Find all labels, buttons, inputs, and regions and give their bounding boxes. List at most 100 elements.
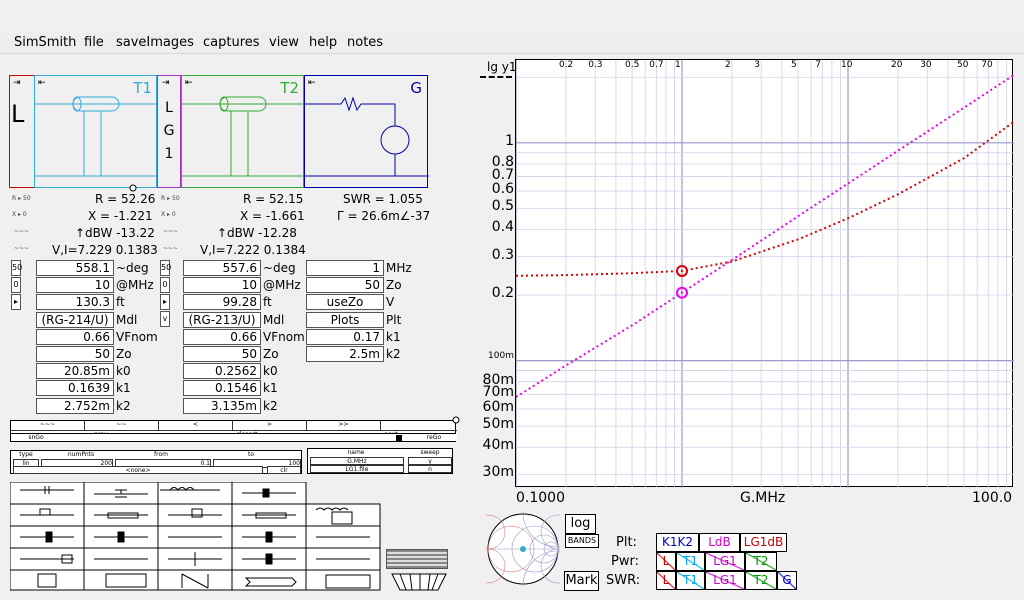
load-block[interactable]: ⇥ L bbox=[9, 75, 35, 188]
t1-vi: V,I=7.229 0.1383 bbox=[52, 243, 158, 257]
clr-button[interactable]: clr bbox=[267, 466, 301, 474]
g-zo-field[interactable]: 50 bbox=[306, 277, 384, 294]
r-icon[interactable]: R ▸ 50 bbox=[12, 195, 31, 202]
t1-zo-button[interactable]: 50 bbox=[11, 260, 22, 276]
bucket-icon[interactable] bbox=[390, 572, 448, 592]
y-tick-label: 0.3 bbox=[491, 246, 514, 263]
swr-toggle-t1[interactable]: T1 bbox=[676, 571, 705, 590]
g-k1-field[interactable]: 0.17 bbox=[306, 328, 384, 345]
t2-mdl-field[interactable]: (RG-213/U) bbox=[183, 311, 261, 328]
slider-left[interactable]: ~~ bbox=[85, 421, 159, 430]
log-button[interactable]: log bbox=[565, 514, 596, 534]
t1-play-button[interactable]: ▸ bbox=[11, 294, 21, 310]
t2-ft-field[interactable]: 99.28 bbox=[183, 294, 261, 311]
menu-saveimages[interactable]: saveImages bbox=[116, 35, 194, 50]
pwr-toggle-l[interactable]: L bbox=[656, 552, 676, 571]
t2-vfnom-field[interactable]: 0.66 bbox=[183, 328, 261, 345]
t1-ft-field[interactable]: 130.3 bbox=[36, 294, 114, 311]
t2-mdl-label: Mdl bbox=[263, 312, 285, 327]
plot-area[interactable] bbox=[515, 59, 1015, 488]
t1-mdl-field[interactable]: (RG-214/U) bbox=[36, 311, 114, 328]
t2-zo-field[interactable]: 50 bbox=[183, 346, 261, 362]
top-tick-label: 70 bbox=[981, 60, 993, 70]
vi-icon: ~~~ bbox=[14, 245, 30, 252]
menu-notes[interactable]: notes bbox=[347, 35, 383, 50]
t1-k0-field[interactable]: 20.85m bbox=[36, 363, 114, 380]
swr-toggle-t2[interactable]: T2 bbox=[745, 571, 777, 590]
t1-k2-label: k2 bbox=[116, 398, 131, 413]
x-icon[interactable]: X ▸ 0 bbox=[12, 211, 27, 218]
swr-toggle-lg1[interactable]: LG1 bbox=[705, 571, 745, 590]
t2-deg-field[interactable]: 557.6 bbox=[183, 260, 261, 276]
lg1-block[interactable]: ⇥ L G 1 bbox=[157, 75, 181, 188]
t2-k2-field[interactable]: 3.135m bbox=[183, 397, 261, 414]
menu-simsmith[interactable]: SimSmith bbox=[14, 35, 76, 50]
smith-chart-icon[interactable] bbox=[486, 512, 560, 586]
from-header: from bbox=[131, 451, 191, 459]
g-plt-field[interactable]: Plots bbox=[306, 311, 384, 328]
t1-vfnom-field[interactable]: 0.66 bbox=[36, 328, 114, 345]
pwr-toggle-t1[interactable]: T1 bbox=[676, 552, 705, 571]
t2-k0-field[interactable]: 0.2562 bbox=[183, 363, 261, 380]
t2-zo-button[interactable]: 50 bbox=[160, 260, 171, 276]
slider-step-left[interactable]: < bbox=[159, 421, 233, 430]
menu-file[interactable]: file bbox=[84, 35, 104, 50]
pwr-toggle-lg1[interactable]: LG1 bbox=[705, 552, 745, 571]
plt-toggle-k1k2[interactable]: K1K2 bbox=[656, 533, 699, 552]
vi-icon-2: ~~~ bbox=[163, 245, 179, 252]
t2-zero-button[interactable]: 0 bbox=[160, 277, 170, 293]
x-icon-2[interactable]: X ▸ 0 bbox=[161, 211, 176, 218]
t2-play-button[interactable]: ▸ bbox=[160, 294, 170, 310]
t1-zo-field[interactable]: 50 bbox=[36, 346, 114, 362]
graphics-swatch bbox=[386, 549, 448, 569]
sngo-button[interactable]: snGo bbox=[11, 434, 61, 441]
mark-button[interactable]: Mark bbox=[564, 571, 599, 591]
plt-toggle-lg1db[interactable]: LG1dB bbox=[740, 533, 787, 552]
preset-select[interactable]: <none> bbox=[13, 466, 263, 474]
t1-k2-field[interactable]: 2.752m bbox=[36, 397, 114, 414]
component-palette[interactable] bbox=[10, 482, 450, 592]
y-tick-label: 0.4 bbox=[491, 219, 514, 236]
slider-fast-left[interactable]: ~~~ bbox=[11, 421, 85, 430]
gen-gamma: Γ = 26.6m∠-37 bbox=[337, 209, 431, 223]
sweep-n-toggle[interactable]: n bbox=[408, 465, 452, 473]
top-tick-label: 30 bbox=[920, 60, 932, 70]
g-k2-field[interactable]: 2.5m bbox=[306, 346, 384, 362]
sweep-go-panel[interactable]: snGo reGo bbox=[10, 433, 457, 442]
generator-block[interactable]: ⇤ G bbox=[304, 75, 429, 188]
t2-mhz-label: @MHz bbox=[263, 278, 301, 293]
swr-toggle-g[interactable]: G bbox=[777, 571, 797, 590]
t1-k1-field[interactable]: 0.1639 bbox=[36, 380, 114, 397]
slider-right[interactable]: >> bbox=[307, 421, 381, 430]
t1-zero-button[interactable]: 0 bbox=[11, 277, 21, 293]
slider-knob-icon[interactable] bbox=[452, 416, 460, 424]
sweep-name-field[interactable]: G.MHz bbox=[310, 457, 404, 465]
g-plt-label: Plt bbox=[386, 312, 402, 327]
swr-toggle-l[interactable]: L bbox=[656, 571, 676, 590]
menu-help[interactable]: help bbox=[309, 35, 337, 50]
top-tick-label: 5 bbox=[791, 60, 797, 70]
pwr-toggle-t2[interactable]: T2 bbox=[745, 552, 777, 571]
t1-block[interactable]: ⇤ T1 bbox=[34, 75, 158, 192]
rego-button[interactable]: reGo bbox=[411, 434, 457, 441]
lg1-file-field[interactable]: LG1.file bbox=[310, 465, 404, 473]
menu-view[interactable]: view bbox=[269, 35, 299, 50]
sweep-y-toggle[interactable]: y bbox=[408, 457, 452, 465]
t1-deg-field[interactable]: 558.1 bbox=[36, 260, 114, 276]
t2-model-button[interactable]: v bbox=[160, 311, 170, 327]
t1-mhz-field[interactable]: 10 bbox=[36, 277, 114, 294]
top-tick-label: 10 bbox=[841, 60, 853, 70]
t2-block[interactable]: ⇤ T2 bbox=[181, 75, 305, 188]
bands-button[interactable]: BANDS bbox=[565, 534, 599, 548]
g-mhz-field[interactable]: 1 bbox=[306, 260, 384, 276]
plt-toggle-ldb[interactable]: LdB bbox=[699, 533, 740, 552]
top-tick-label: 50 bbox=[957, 60, 969, 70]
t2-mhz-field[interactable]: 10 bbox=[183, 277, 261, 294]
r-icon-2[interactable]: R ▸ 50 bbox=[161, 195, 180, 202]
plot-svg[interactable] bbox=[515, 60, 1015, 488]
slider-step-right[interactable]: > bbox=[233, 421, 307, 430]
t2-coax-icon bbox=[182, 96, 305, 177]
g-v-field[interactable]: useZo bbox=[306, 294, 384, 311]
t2-k1-field[interactable]: 0.1546 bbox=[183, 380, 261, 397]
menu-captures[interactable]: captures bbox=[203, 35, 260, 50]
